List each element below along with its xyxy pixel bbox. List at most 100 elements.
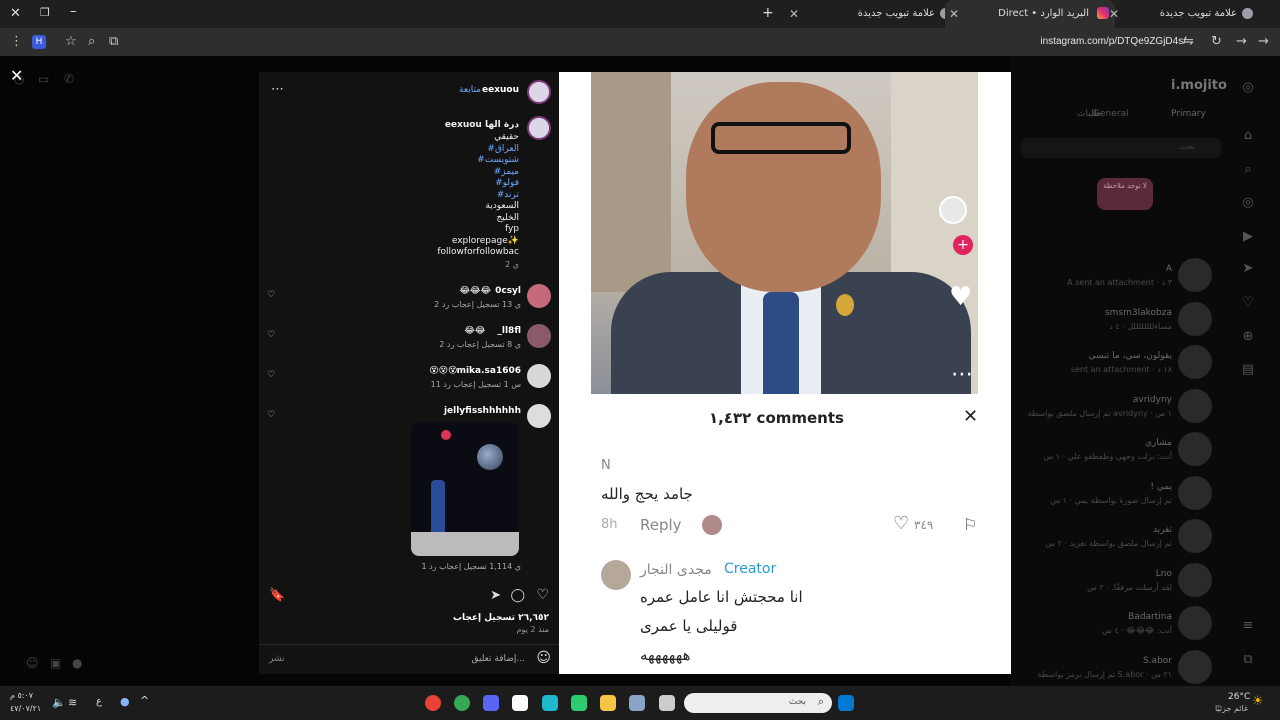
new-tab-icon[interactable]: + [762,5,774,21]
post-comment-button[interactable]: نشر [269,654,285,664]
save-icon[interactable]: 🔖 [269,588,285,603]
task-view-icon[interactable] [659,695,675,711]
comment-meta: 2 ي 13 تسجيل إعجاب رد [434,300,521,309]
comment-username[interactable]: 0csyl [495,286,521,296]
search-nav-icon: ⌕ [1244,162,1252,177]
caption-head: eexuou درة الها [444,120,519,130]
follow-plus-icon: + [953,235,973,255]
follow-button[interactable]: متابعة [459,85,481,95]
store-icon[interactable] [629,695,645,711]
caption-line[interactable]: #ميمز [494,167,519,177]
tab-label: Direct • البريد الوارد [998,8,1089,19]
pin-badge [836,294,854,316]
profile-username: i.mojito [1171,78,1227,93]
likes-count: ٢٦,٦٥٢ تسجيل إعجاب [452,613,549,623]
comment-icon[interactable]: ◯ [510,588,525,603]
close-tab-icon[interactable]: ✕ [949,7,959,21]
comment-username[interactable]: mika.sa1606 [457,366,521,376]
comment-username[interactable]: _ll8fl [497,326,521,336]
close-window-icon[interactable]: ✕ [10,6,21,21]
video-call-icon: ▭ [38,72,50,86]
mic-icon: ● [72,656,83,670]
caption-line: السعودية [485,201,519,211]
reload-icon[interactable]: ↻ [1211,34,1222,49]
discord-icon[interactable] [483,695,499,711]
comment-like-icon[interactable]: ♡ [267,330,275,340]
dm-avatar [1178,606,1212,640]
dm-avatar [1178,475,1212,510]
address-bar[interactable]: instagram.com/p/DTQe9ZGjD4s/ [1040,36,1186,47]
comment-avatar[interactable] [527,284,551,308]
app-green-icon[interactable] [571,695,587,711]
caption-line[interactable]: #العراق [487,144,519,154]
close-tab-icon[interactable]: ✕ [1109,7,1119,21]
comment-like-icon[interactable]: ♡ [267,290,275,300]
comment-text: 😵😵😵 [429,366,458,376]
caption-line: fyp [504,224,519,234]
comment-avatar[interactable] [527,324,551,348]
comment-like-icon[interactable]: ♡ [267,410,275,420]
comment-input[interactable]: إضافة تعليق... [471,654,525,664]
dm-name: S.abor [1142,655,1172,666]
back-icon[interactable]: → [1258,34,1269,49]
app-icon[interactable] [512,695,528,711]
dm-list-item: تغريد تم إرسال ملصق بواسطة تغريد · ٢ س [1020,517,1220,557]
comment-like-icon[interactable]: ♡ [267,370,275,380]
close-tab-icon[interactable]: ✕ [789,7,799,21]
star-icon[interactable]: ☆ [65,34,77,49]
curtain [591,72,671,292]
install-icon[interactable]: ⧉ [109,34,118,49]
app-active-icon[interactable] [542,695,558,711]
author-username[interactable]: eexuou [482,85,519,95]
tie-shape [763,292,799,394]
create-icon: ⊕ [1242,329,1254,344]
tray-chevron-icon[interactable]: ^ [140,694,149,707]
comment-image[interactable] [411,422,519,556]
minimize-window-icon[interactable]: – [70,4,77,19]
caption-line: الخليج [496,212,519,223]
comment-username[interactable]: jellyfisshhhhhh [444,406,521,416]
dashboard-icon: ▤ [1241,362,1255,377]
taskbar-search[interactable]: ⌕ بحث [684,693,832,713]
like-icon[interactable]: ♡ [536,587,549,603]
globe-icon [1242,8,1253,19]
search-icon: ⌕ [817,695,824,708]
dm-name: A [1165,264,1172,274]
profile-icon[interactable]: H [32,35,46,49]
close-modal-icon[interactable]: ✕ [10,66,23,85]
wifi-icon[interactable]: ≋ [68,696,77,709]
file-explorer-icon[interactable] [600,695,616,711]
dm-preview: A sent an attachment · ٣ د [1067,278,1172,287]
zoom-icon[interactable]: ⌕ [88,34,95,49]
caption-line[interactable]: #فولو [495,178,519,188]
dm-name: ! يمي [1150,481,1172,492]
reply-label: Reply [640,516,682,534]
explore-icon: ◎ [1242,195,1254,210]
comment-avatar[interactable] [527,364,551,388]
chrome-profile-icon[interactable] [454,695,470,711]
tab-primary: Primary [1171,109,1206,119]
mic-tray-icon[interactable]: ● [120,695,130,708]
volume-icon[interactable]: 🔈 [52,696,66,709]
restore-window-icon[interactable]: ❐ [40,6,50,19]
forward-icon[interactable]: → [1236,34,1247,49]
comment-text: 😂😂😂 [459,286,491,296]
dm-preview: مساءللللللللل · ٤ د [1109,321,1172,331]
caption-line[interactable]: #شتويست [477,155,519,165]
more-options-icon[interactable]: ⋯ [271,82,284,97]
chrome-icon[interactable] [425,695,441,711]
tab-new-2[interactable]: ✕ علامة تبويب جديدة [1105,0,1275,28]
share-icon[interactable]: ➤ [490,588,501,603]
language-indicator[interactable]: ع [96,696,102,707]
tab-instagram-direct[interactable]: ✕ Direct • البريد الوارد [945,0,1115,28]
dm-avatar [1178,519,1212,553]
comment-meta: 1 ي 1,114 تسجيل إعجاب رد [421,562,521,571]
emoji-icon[interactable]: ☺ [536,650,551,666]
caption-line[interactable]: #ترند [497,190,519,200]
author-avatar[interactable] [527,80,551,104]
windows-start-icon[interactable] [838,695,854,711]
tab-new-1[interactable]: ✕ علامة تبويب جديدة [785,0,955,28]
menu-icon[interactable]: ⋮ [10,34,23,49]
comment-avatar[interactable] [527,404,551,428]
site-settings-icon[interactable]: ⇋ [1183,34,1194,49]
